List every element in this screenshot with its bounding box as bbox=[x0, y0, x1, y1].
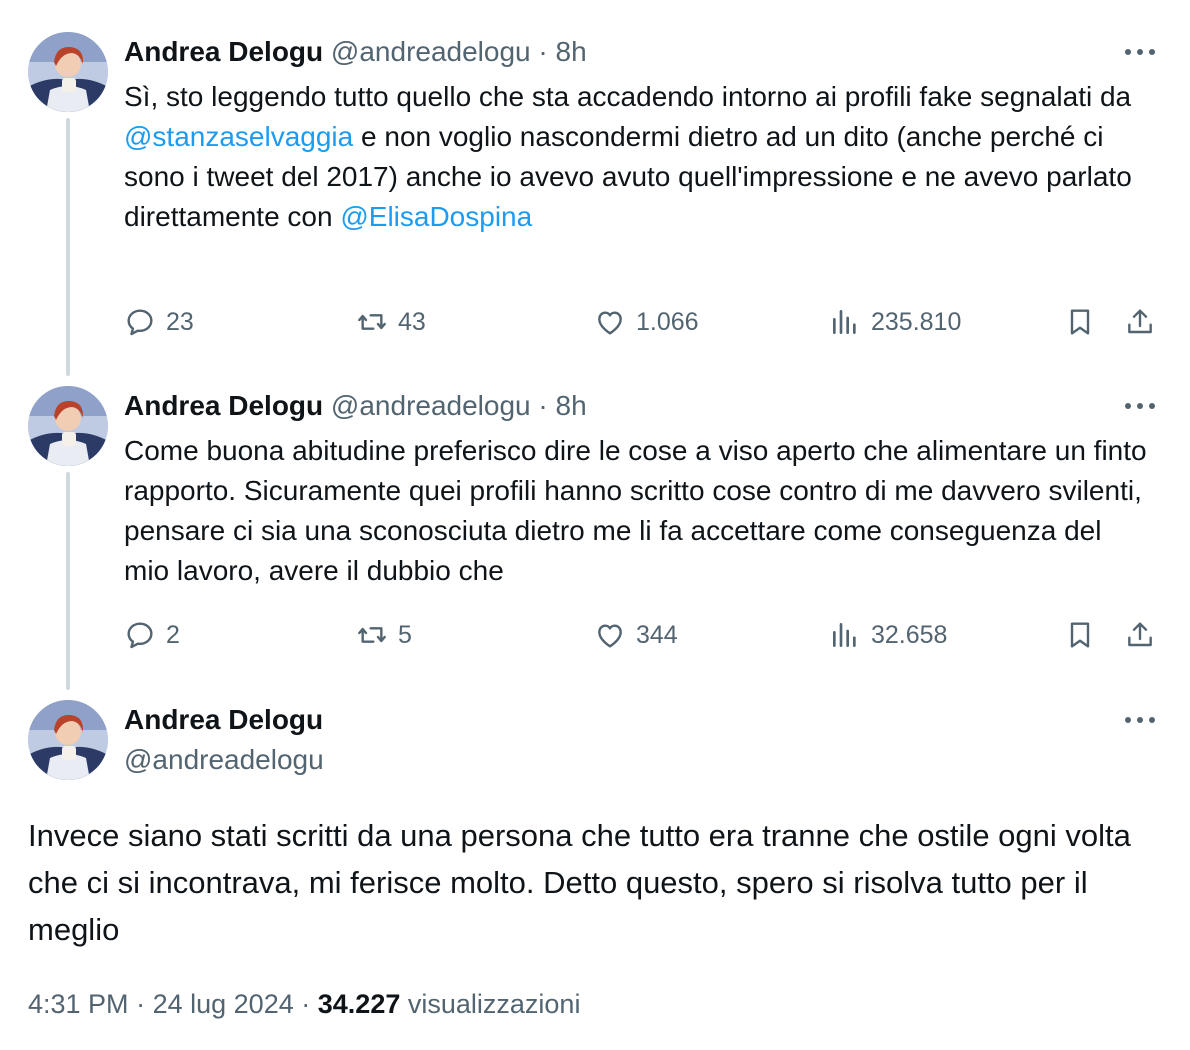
views-icon bbox=[833, 310, 856, 334]
author-name[interactable]: Andrea Delogu bbox=[124, 702, 323, 738]
bookmark-button[interactable] bbox=[1064, 302, 1096, 342]
repost-icon bbox=[358, 627, 386, 643]
repost-button[interactable]: 43 bbox=[356, 302, 426, 342]
like-count: 344 bbox=[636, 620, 678, 649]
tweet-text: Invece siano stati scritti da una person… bbox=[28, 818, 1131, 947]
separator: · bbox=[301, 989, 311, 1019]
avatar[interactable] bbox=[28, 700, 108, 780]
share-icon bbox=[1128, 622, 1152, 647]
tweet-text: Sì, sto leggendo tutto quello che sta ac… bbox=[124, 77, 1154, 237]
repost-count: 43 bbox=[398, 307, 426, 336]
like-button[interactable]: 1.066 bbox=[594, 302, 699, 342]
separator: · bbox=[136, 989, 146, 1019]
like-icon bbox=[598, 624, 622, 648]
reply-icon bbox=[127, 309, 153, 336]
author-handle[interactable]: @andreadelogu bbox=[331, 390, 531, 421]
author-name[interactable]: Andrea Delogu bbox=[124, 390, 323, 421]
tweet-date[interactable]: 24 lug 2024 bbox=[153, 989, 294, 1019]
repost-icon bbox=[358, 314, 386, 330]
tweet-text-part: Sì, sto leggendo tutto quello che sta ac… bbox=[124, 81, 1132, 112]
repost-button[interactable]: 5 bbox=[356, 615, 412, 655]
reply-count: 2 bbox=[166, 620, 180, 649]
views-icon bbox=[833, 623, 856, 647]
tweet-header: Andrea Delogu @andreadelogu · 8h bbox=[124, 35, 587, 69]
more-icon bbox=[1125, 403, 1155, 409]
author-handle[interactable]: @andreadelogu bbox=[331, 36, 531, 67]
avatar[interactable] bbox=[28, 386, 108, 466]
action-bar: 23 43 1.066 235.810 bbox=[124, 302, 1164, 342]
thread-line bbox=[66, 118, 70, 376]
author-handle[interactable]: @andreadelogu bbox=[124, 742, 324, 778]
views-label: visualizzazioni bbox=[407, 989, 581, 1019]
tweet-footer: 4:31 PM · 24 lug 2024 · 34.227 visualizz… bbox=[28, 985, 580, 1023]
tweet-time[interactable]: 8h bbox=[556, 390, 587, 421]
author-name[interactable]: Andrea Delogu bbox=[124, 36, 323, 67]
mention-link[interactable]: @ElisaDospina bbox=[340, 201, 532, 232]
reply-count: 23 bbox=[166, 307, 194, 336]
bookmark-button[interactable] bbox=[1064, 615, 1096, 655]
more-button[interactable] bbox=[1120, 703, 1160, 737]
reply-icon bbox=[127, 622, 153, 649]
tweet-header: Andrea Delogu @andreadelogu · 8h bbox=[124, 389, 587, 423]
more-icon bbox=[1125, 717, 1155, 723]
mention-link[interactable]: @stanzaselvaggia bbox=[124, 121, 353, 152]
tweet-text: Come buona abitudine preferisco dire le … bbox=[124, 435, 1147, 586]
share-button[interactable] bbox=[1124, 302, 1156, 342]
tweet-time[interactable]: 4:31 PM bbox=[28, 989, 129, 1019]
bookmark-icon bbox=[1070, 309, 1090, 335]
separator: · bbox=[538, 36, 548, 67]
views-button[interactable]: 32.658 bbox=[829, 615, 947, 655]
like-count: 1.066 bbox=[636, 307, 699, 336]
separator: · bbox=[538, 390, 548, 421]
repost-count: 5 bbox=[398, 620, 412, 649]
more-icon bbox=[1125, 49, 1155, 55]
like-icon bbox=[598, 311, 622, 335]
more-button[interactable] bbox=[1120, 389, 1160, 423]
share-icon bbox=[1128, 309, 1152, 334]
avatar[interactable] bbox=[28, 32, 108, 112]
share-button[interactable] bbox=[1124, 615, 1156, 655]
views-button[interactable]: 235.810 bbox=[829, 302, 961, 342]
views-count: 34.227 bbox=[317, 989, 401, 1019]
bookmark-icon bbox=[1070, 622, 1090, 648]
reply-button[interactable]: 2 bbox=[124, 615, 180, 655]
views-count: 32.658 bbox=[871, 620, 948, 649]
like-button[interactable]: 344 bbox=[594, 615, 678, 655]
views-count: 235.810 bbox=[871, 307, 962, 336]
tweet-time[interactable]: 8h bbox=[556, 36, 587, 67]
reply-button[interactable]: 23 bbox=[124, 302, 194, 342]
thread-line bbox=[66, 472, 70, 690]
more-button[interactable] bbox=[1120, 35, 1160, 69]
action-bar: 2 5 344 32.658 bbox=[124, 615, 1164, 655]
